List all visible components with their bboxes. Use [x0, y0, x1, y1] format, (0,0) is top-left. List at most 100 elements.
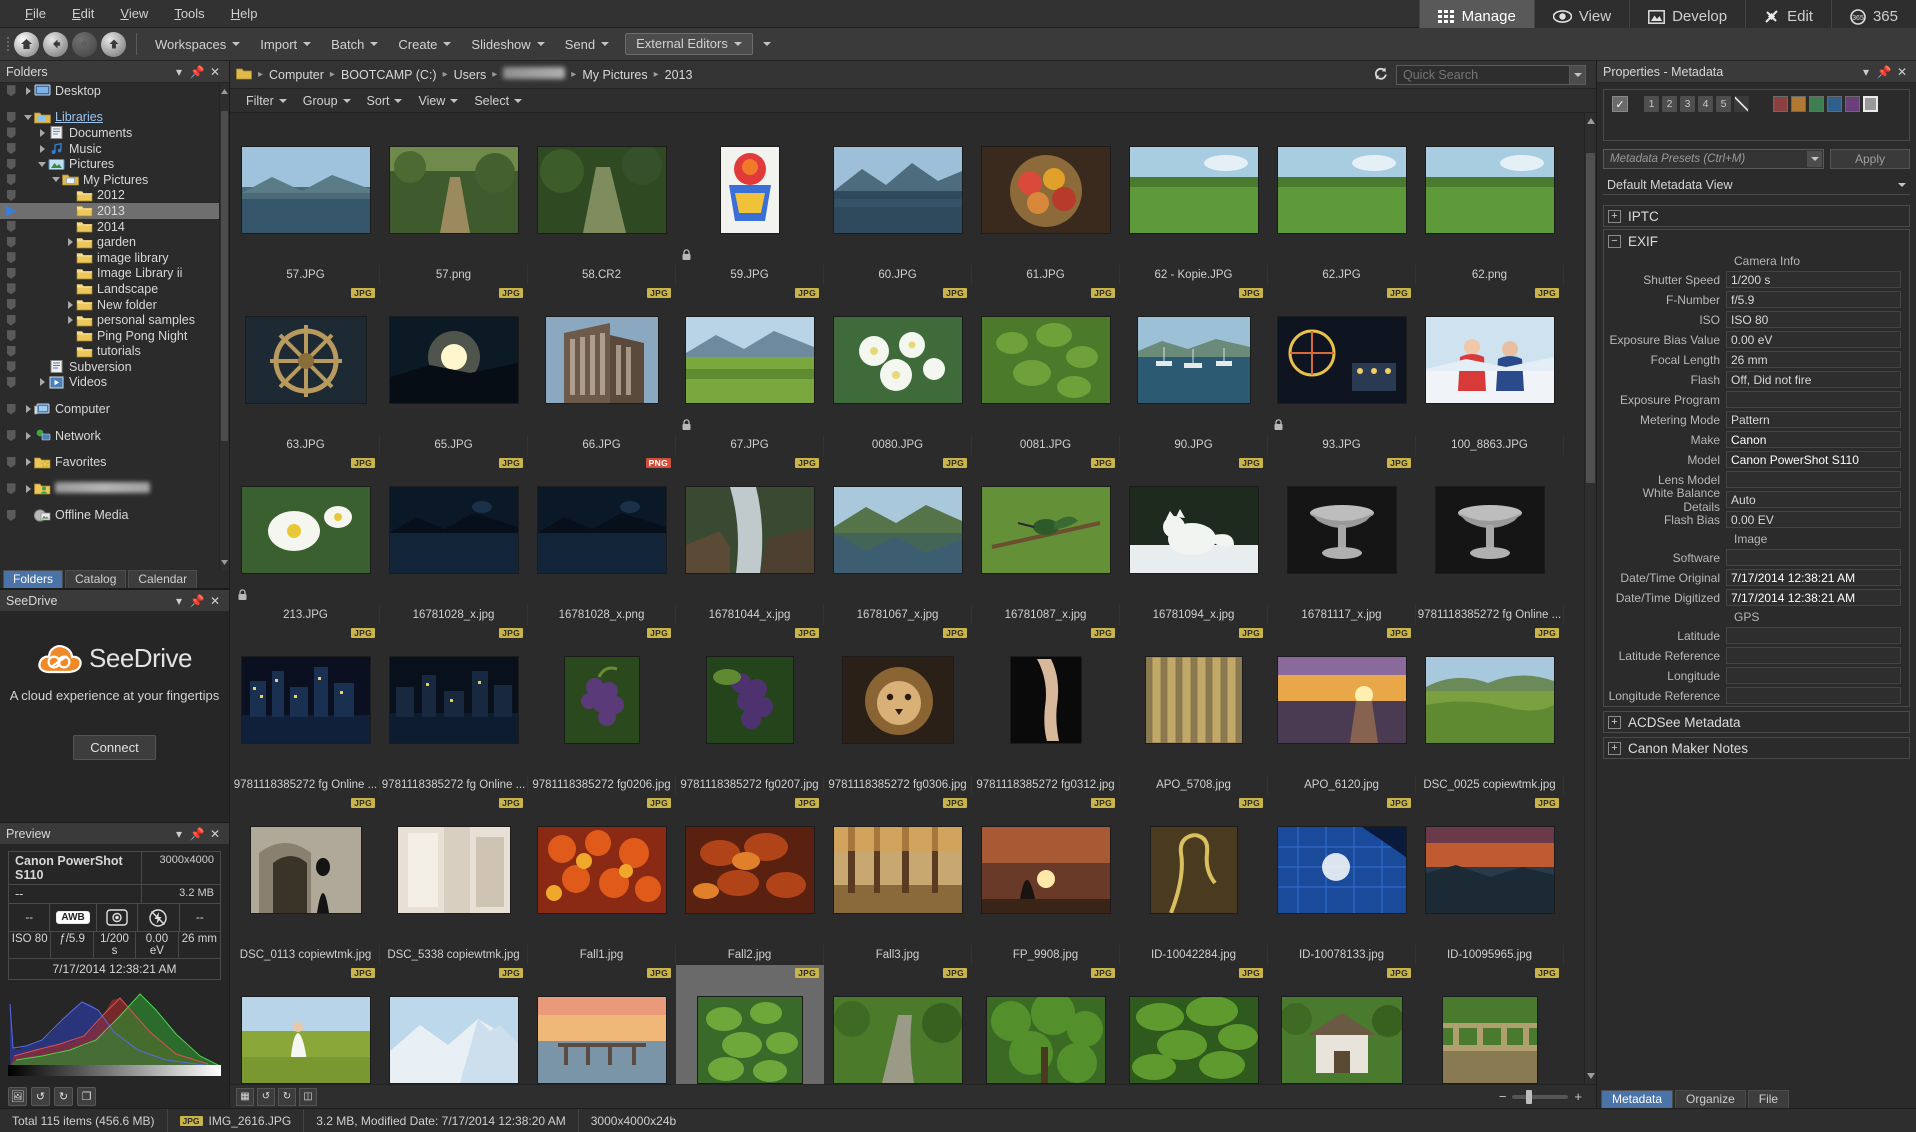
tree-item-personal-samples[interactable]: personal samples: [0, 312, 219, 328]
tree-flag-icon[interactable]: [0, 346, 22, 357]
tree-flag-icon[interactable]: [0, 283, 22, 294]
chevron-down-icon[interactable]: ▾: [171, 826, 187, 842]
thumbnail-image[interactable]: JPG: [1416, 285, 1564, 435]
thumbnail-image[interactable]: JPG: [380, 965, 528, 1084]
tree-item-tutorials[interactable]: tutorials: [0, 344, 219, 360]
thumbnail-cell[interactable]: JPG16781044_x.jpg: [676, 455, 824, 625]
tree-flag-icon[interactable]: [0, 112, 22, 123]
breadcrumb-item-computer[interactable]: Computer: [265, 68, 328, 82]
chevron-down-icon[interactable]: [50, 177, 62, 182]
group-menu[interactable]: Group: [295, 89, 359, 113]
thumbnail-cell[interactable]: JPGID-10078133.jpg: [1268, 795, 1416, 965]
thumbnail-cell[interactable]: JPG16781067_x.jpg: [824, 455, 972, 625]
close-icon[interactable]: ✕: [207, 64, 223, 80]
thumbnail-cell[interactable]: 61.JPG: [972, 115, 1120, 285]
exif-field-value[interactable]: [1726, 687, 1901, 704]
thumbnail-cell[interactable]: JPG65.JPG: [380, 285, 528, 455]
rotate-left-icon[interactable]: ↺: [257, 1088, 275, 1106]
exif-field-value[interactable]: Canon PowerShot S110: [1726, 451, 1901, 468]
tree-flag-icon[interactable]: [0, 237, 22, 248]
tab-catalog[interactable]: Catalog: [65, 570, 126, 588]
scroll-thumb[interactable]: [221, 111, 228, 441]
thumbnail-image[interactable]: [232, 115, 380, 265]
thumbnail-image[interactable]: JPG: [676, 285, 824, 435]
thumbnail-image[interactable]: [528, 115, 676, 265]
thumbnail-image[interactable]: JPG: [380, 455, 528, 605]
close-icon[interactable]: ✕: [207, 826, 223, 842]
tree-item-2013[interactable]: 2013: [0, 203, 219, 219]
tree-item-videos[interactable]: Videos: [0, 375, 219, 391]
scroll-down-arrow[interactable]: [1585, 1070, 1596, 1082]
thumbnail-image[interactable]: JPG: [824, 625, 972, 775]
thumbnail-image[interactable]: [1120, 115, 1268, 265]
chevron-right-icon[interactable]: [36, 145, 48, 153]
thumbnail-image[interactable]: JPG: [1268, 965, 1416, 1084]
thumbnail-cell[interactable]: JPGFall2.jpg: [676, 795, 824, 965]
thumbnail-image[interactable]: [1416, 115, 1564, 265]
tree-flag-icon[interactable]: [0, 174, 22, 185]
thumbnail-image[interactable]: JPG: [1268, 795, 1416, 945]
filter-menu[interactable]: Filter: [238, 89, 295, 113]
thumbnail-image[interactable]: JPG: [824, 455, 972, 605]
menu-item-file[interactable]: File: [12, 0, 59, 28]
thumbnail-cell[interactable]: JPGDSC_0113 copiewtmk.jpg: [232, 795, 380, 965]
thumbnail-cell[interactable]: 62 - Kopie.JPG: [1120, 115, 1268, 285]
color-label-5[interactable]: [1845, 96, 1860, 112]
exif-field-value[interactable]: 7/17/2014 12:38:21 AM: [1726, 569, 1901, 586]
scroll-down-arrow[interactable]: [220, 556, 229, 568]
image-icon[interactable]: 🖼: [8, 1087, 27, 1106]
exif-field-value[interactable]: [1726, 471, 1901, 488]
tree-item-offline-media[interactable]: Offline Media: [0, 508, 219, 524]
thumbnail-image[interactable]: JPG: [232, 625, 380, 775]
thumbnail-image[interactable]: JPG: [380, 795, 528, 945]
chevron-down-icon[interactable]: [1569, 66, 1585, 84]
thumbnail-cell[interactable]: JPGDSC_5338 copiewtmk.jpg: [380, 795, 528, 965]
thumbnail-image[interactable]: JPG: [1268, 625, 1416, 775]
tree-flag-icon[interactable]: [0, 85, 22, 96]
thumbnail-cell[interactable]: JPGFall3.jpg: [824, 795, 972, 965]
thumbnail-cell[interactable]: JPG90.JPG: [1120, 285, 1268, 455]
exif-field-value[interactable]: [1726, 647, 1901, 664]
thumbnail-image[interactable]: JPG: [232, 455, 380, 605]
rating-clear[interactable]: [1734, 96, 1749, 112]
thumbnail-image[interactable]: [380, 115, 528, 265]
thumbnail-cell[interactable]: JPG0080.JPG: [824, 285, 972, 455]
scroll-thumb[interactable]: [1586, 153, 1595, 483]
tab-organize[interactable]: Organize: [1675, 1090, 1746, 1108]
thumbnail-cell[interactable]: JPGFP_9908.jpg: [972, 795, 1120, 965]
chevron-right-icon[interactable]: [64, 301, 76, 309]
thumbnail-cell[interactable]: JPGDSC_0025 copiewtmk.jpg: [1416, 625, 1564, 795]
scroll-up-arrow[interactable]: [220, 85, 229, 97]
close-icon[interactable]: ✕: [207, 593, 223, 609]
section-canon-maker-notes[interactable]: + Canon Maker Notes: [1603, 737, 1910, 759]
thumbnail-view-icon[interactable]: ▦: [236, 1088, 254, 1106]
thumbnail-image[interactable]: JPG: [1120, 965, 1268, 1084]
thumbnail-image[interactable]: [676, 115, 824, 265]
thumbnail-cell[interactable]: JPGID-100111662.jpg: [232, 965, 380, 1084]
thumbnail-image[interactable]: JPG: [232, 965, 380, 1084]
tree-flag-icon[interactable]: [0, 127, 22, 138]
thumbnail-cell[interactable]: JPG9781118385272 fg0206.jpg: [528, 625, 676, 795]
thumbnail-cell[interactable]: JPG93.JPG: [1268, 285, 1416, 455]
breadcrumb-item-mypictures[interactable]: My Pictures: [578, 68, 651, 82]
connect-button[interactable]: Connect: [73, 735, 155, 760]
thumbnail-cell[interactable]: JPGID-100143198.jpg: [380, 965, 528, 1084]
copy-icon[interactable]: ❐: [77, 1087, 96, 1106]
chevron-right-icon[interactable]: [22, 405, 34, 413]
exif-field-value[interactable]: 0.00 EV: [1726, 511, 1901, 528]
thumbnail-cell[interactable]: JPGIMG_2695.JPG: [1120, 965, 1268, 1084]
chevron-right-icon[interactable]: [64, 316, 76, 324]
thumbnail-image[interactable]: JPG: [1268, 455, 1416, 605]
chevron-down-icon[interactable]: ▾: [1858, 64, 1874, 80]
thumbnail-cell[interactable]: JPGID-10042284.jpg: [1120, 795, 1268, 965]
tree-item-libraries[interactable]: Libraries: [0, 110, 219, 126]
rotate-left-icon[interactable]: ↺: [31, 1087, 50, 1106]
pin-icon[interactable]: 📌: [1876, 64, 1892, 80]
thumbnail-cell[interactable]: 57.png: [380, 115, 528, 285]
thumbnail-cell[interactable]: JPG16781117_x.jpg: [1268, 455, 1416, 625]
thumbnail-cell[interactable]: 59.JPG: [676, 115, 824, 285]
tab-metadata[interactable]: Metadata: [1601, 1090, 1673, 1108]
folder-tree-scrollbar[interactable]: [219, 83, 229, 570]
thumbnail-image[interactable]: JPG: [972, 965, 1120, 1084]
exif-field-value[interactable]: 0.00 eV: [1726, 331, 1901, 348]
